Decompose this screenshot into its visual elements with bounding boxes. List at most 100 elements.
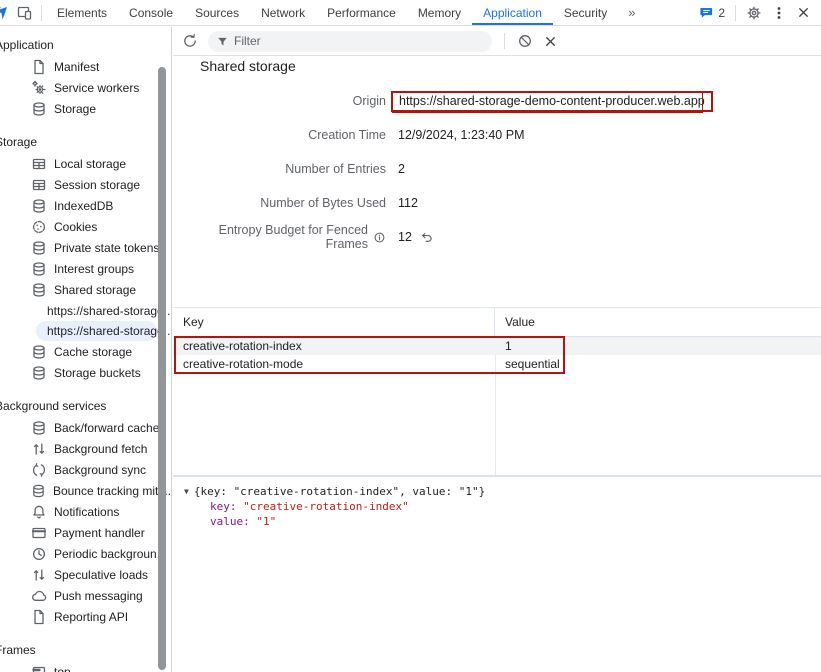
entry-preview-pane: ▼ {key: "creative-rotation-index", value…	[173, 479, 821, 672]
sidebar-item-label: Cookies	[54, 220, 97, 234]
sidebar-item-label: Session storage	[54, 178, 140, 192]
sidebar-item-label: Reporting API	[54, 610, 128, 624]
sidebar-item-label: Storage buckets	[54, 366, 141, 380]
sidebar-item-label: Speculative loads	[54, 568, 148, 582]
database-icon	[31, 483, 46, 499]
database-icon	[31, 344, 47, 360]
tab-sources[interactable]: Sources	[184, 0, 250, 25]
refresh-icon[interactable]	[182, 33, 198, 49]
sidebar-scrollbar[interactable]	[158, 67, 166, 670]
tab-application[interactable]: Application	[472, 0, 553, 25]
sidebar-item-shared-storage-origin-1[interactable]: https://shared-storage...	[0, 300, 171, 321]
tab-performance[interactable]: Performance	[316, 0, 407, 25]
database-icon	[31, 240, 47, 256]
sidebar-item-indexeddb[interactable]: IndexedDB	[0, 195, 171, 216]
sidebar-item-cache-storage[interactable]: Cache storage	[0, 341, 171, 362]
tab-memory[interactable]: Memory	[407, 0, 472, 25]
column-header-value[interactable]: Value	[495, 315, 535, 329]
cell-key: creative-rotation-mode	[173, 357, 495, 371]
tab-security[interactable]: Security	[553, 0, 618, 25]
field-label: Number of Bytes Used	[173, 196, 386, 210]
sidebar-item-session-storage[interactable]: Session storage	[0, 174, 171, 195]
sidebar-item-payment-handler[interactable]: Payment handler	[0, 522, 171, 543]
sidebar-item-interest-groups[interactable]: Interest groups	[0, 258, 171, 279]
bytes-used-value: 112	[398, 196, 418, 210]
info-icon[interactable]	[373, 231, 386, 244]
sidebar-item-label: Cache storage	[54, 345, 132, 359]
sidebar-item-label: IndexedDB	[54, 199, 113, 213]
field-row-entropy-budget: Entropy Budget for Fenced Frames 12	[173, 220, 821, 254]
frame-icon	[31, 664, 47, 672]
cloud-icon	[31, 588, 47, 604]
database-icon	[31, 365, 47, 381]
sidebar-item-speculative-loads[interactable]: Speculative loads	[0, 564, 171, 585]
table-row[interactable]: creative-rotation-index 1	[173, 337, 821, 355]
sidebar-item-storage-buckets[interactable]: Storage buckets	[0, 362, 171, 383]
sidebar-item-reporting-api[interactable]: Reporting API	[0, 606, 171, 627]
field-row-bytes-used: Number of Bytes Used 112	[173, 186, 821, 220]
database-icon	[31, 198, 47, 214]
kebab-menu-icon[interactable]	[772, 5, 786, 21]
preview-property-key: key: "creative-rotation-index"	[184, 499, 821, 514]
sidebar-item-private-state-tokens[interactable]: Private state tokens	[0, 237, 171, 258]
table-grid-icon	[31, 156, 47, 172]
funnel-icon	[216, 35, 229, 48]
sidebar-item-label: Service workers	[54, 81, 139, 95]
issues-counter[interactable]: 2	[699, 5, 725, 20]
entries-count-value: 2	[398, 162, 405, 176]
sidebar-item-bounce-tracking[interactable]: Bounce tracking miti...	[0, 480, 171, 501]
field-label: Entropy Budget for Fenced Frames	[173, 223, 386, 251]
device-toolbar-icon[interactable]	[17, 5, 33, 21]
sidebar-item-label: Notifications	[54, 505, 119, 519]
sidebar-item-service-workers[interactable]: Service workers	[0, 77, 171, 98]
inspect-element-icon[interactable]	[0, 5, 9, 21]
sidebar-item-local-storage[interactable]: Local storage	[0, 153, 171, 174]
section-title-application: Application	[0, 34, 171, 54]
filter-input[interactable]	[234, 34, 464, 48]
entropy-budget-value: 12	[398, 230, 412, 244]
sidebar-item-storage[interactable]: Storage	[0, 98, 171, 119]
clear-all-icon[interactable]	[517, 33, 533, 49]
sidebar-item-label: top	[54, 665, 71, 672]
more-tabs-button[interactable]: »	[618, 0, 645, 25]
database-icon	[31, 420, 47, 436]
devtools-tabbar: Elements Console Sources Network Perform…	[0, 0, 821, 26]
table-row[interactable]: creative-rotation-mode sequential	[173, 355, 821, 373]
sidebar-item-cookies[interactable]: Cookies	[0, 216, 171, 237]
sidebar-item-manifest[interactable]: Manifest	[0, 56, 171, 77]
creation-time-value: 12/9/2024, 1:23:40 PM	[398, 128, 524, 142]
expander-triangle-icon[interactable]: ▼	[184, 484, 189, 499]
page-title: Shared storage	[200, 58, 296, 74]
sync-arrows-icon	[31, 462, 47, 478]
sidebar-item-background-fetch[interactable]: Background fetch	[0, 438, 171, 459]
sidebar-item-background-sync[interactable]: Background sync	[0, 459, 171, 480]
sidebar-item-top-frame[interactable]: top	[0, 661, 171, 672]
sidebar-item-back-forward-cache[interactable]: Back/forward cache	[0, 417, 171, 438]
shared-storage-metadata: Origin https://shared-storage-demo-conte…	[173, 84, 821, 254]
sidebar-item-label: Push messaging	[54, 589, 143, 603]
filter-input-pill[interactable]	[208, 31, 492, 52]
sidebar-item-notifications[interactable]: Notifications	[0, 501, 171, 522]
sidebar-item-label: Shared storage	[54, 283, 136, 297]
field-label-text: Entropy Budget for Fenced Frames	[173, 223, 368, 251]
cookie-icon	[31, 219, 47, 235]
delete-selected-icon[interactable]	[543, 34, 558, 49]
section-title-storage: Storage	[0, 131, 171, 151]
field-row-origin: Origin https://shared-storage-demo-conte…	[173, 84, 821, 118]
file-icon	[31, 609, 47, 625]
tab-elements[interactable]: Elements	[46, 0, 118, 25]
column-header-key[interactable]: Key	[173, 308, 495, 336]
section-title-background-services: Background services	[0, 395, 171, 415]
sidebar-item-label: Background sync	[54, 463, 146, 477]
close-devtools-icon[interactable]	[796, 5, 811, 20]
section-title-frames: Frames	[0, 639, 171, 659]
preview-summary-line[interactable]: ▼ {key: "creative-rotation-index", value…	[184, 484, 821, 499]
sidebar-item-push-messaging[interactable]: Push messaging	[0, 585, 171, 606]
sidebar-item-periodic-background-sync[interactable]: Periodic backgroun...	[0, 543, 171, 564]
sidebar-item-shared-storage[interactable]: Shared storage	[0, 279, 171, 300]
sidebar-item-shared-storage-origin-2[interactable]: https://shared-storage...	[36, 321, 157, 341]
tab-console[interactable]: Console	[118, 0, 184, 25]
settings-gear-icon[interactable]	[746, 5, 762, 21]
tab-network[interactable]: Network	[250, 0, 316, 25]
reset-undo-icon[interactable]	[420, 230, 434, 244]
